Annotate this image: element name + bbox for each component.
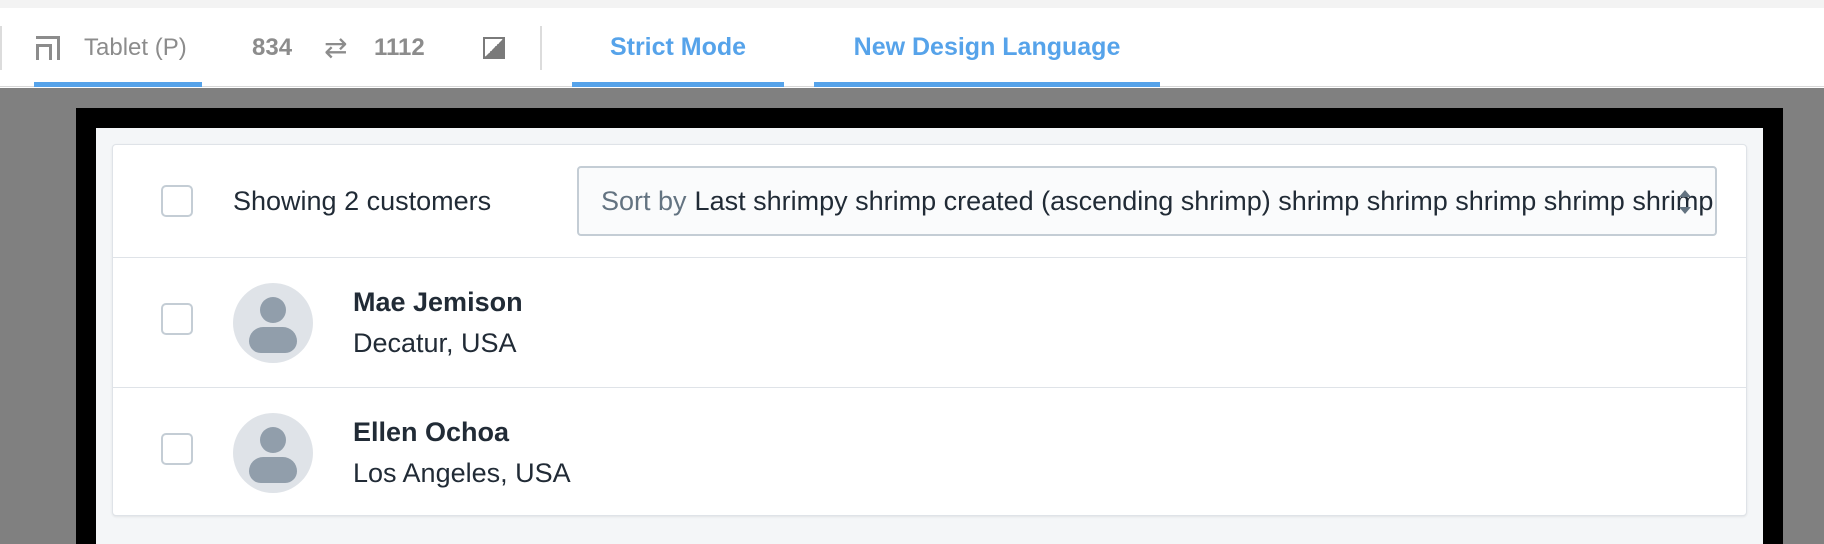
customer-row[interactable]: Ellen Ochoa Los Angeles, USA — [113, 388, 1746, 518]
contrast-toggle[interactable] — [483, 8, 505, 87]
sort-value: Last shrimpy shrimp created (ascending s… — [694, 185, 1714, 216]
tab-strict-mode-label: Strict Mode — [609, 33, 747, 61]
select-arrows-icon — [1679, 190, 1691, 214]
customer-list-card: Showing 2 customers Sort by Last shrimpy… — [112, 144, 1747, 516]
device-label: Tablet (P) — [84, 33, 187, 61]
viewport-height-value: 1112 — [374, 33, 425, 61]
rotate-button[interactable]: ⇄ — [324, 8, 347, 87]
customer-row[interactable]: Mae Jemison Decatur, USA — [113, 258, 1746, 388]
sort-select[interactable]: Sort by Last shrimpy shrimp created (asc… — [577, 166, 1717, 236]
device-screen: Showing 2 customers Sort by Last shrimpy… — [96, 128, 1763, 544]
device-selector-underline — [34, 82, 202, 87]
avatar — [233, 413, 313, 493]
tab-new-design-language[interactable]: New Design Language — [814, 8, 1160, 87]
customer-location: Los Angeles, USA — [353, 458, 571, 488]
tab-new-design-language-underline — [814, 82, 1160, 87]
viewport-width[interactable]: 834 — [252, 8, 292, 87]
tab-strict-mode[interactable]: Strict Mode — [572, 8, 784, 87]
viewport-width-value: 834 — [252, 33, 293, 61]
row-checkbox[interactable] — [161, 303, 193, 335]
row-checkbox[interactable] — [161, 433, 193, 465]
toolbar-divider — [0, 26, 2, 70]
showing-count: Showing 2 customers — [233, 186, 492, 216]
top-strip — [0, 0, 1824, 8]
customer-location: Decatur, USA — [353, 328, 517, 358]
list-header: Showing 2 customers Sort by Last shrimpy… — [113, 145, 1746, 258]
customer-name: Mae Jemison — [353, 287, 523, 317]
toolbar-divider — [540, 26, 542, 70]
contrast-icon — [483, 36, 505, 59]
tab-strict-mode-underline — [572, 82, 784, 87]
device-selector[interactable]: Tablet (P) — [34, 8, 202, 87]
avatar — [233, 283, 313, 363]
device-icon — [36, 35, 62, 60]
device-frame: Showing 2 customers Sort by Last shrimpy… — [76, 108, 1783, 544]
sort-label: Sort by — [601, 185, 687, 216]
tab-new-design-language-label: New Design Language — [853, 33, 1121, 61]
preview-canvas: Showing 2 customers Sort by Last shrimpy… — [0, 88, 1824, 544]
swap-icon: ⇄ — [324, 32, 348, 63]
select-all-checkbox[interactable] — [161, 185, 193, 217]
preview-toolbar: Tablet (P) 834 ⇄ 1112 Strict Mode New De… — [0, 8, 1824, 87]
customer-name: Ellen Ochoa — [353, 417, 510, 447]
viewport-height[interactable]: 1112 — [374, 8, 425, 87]
